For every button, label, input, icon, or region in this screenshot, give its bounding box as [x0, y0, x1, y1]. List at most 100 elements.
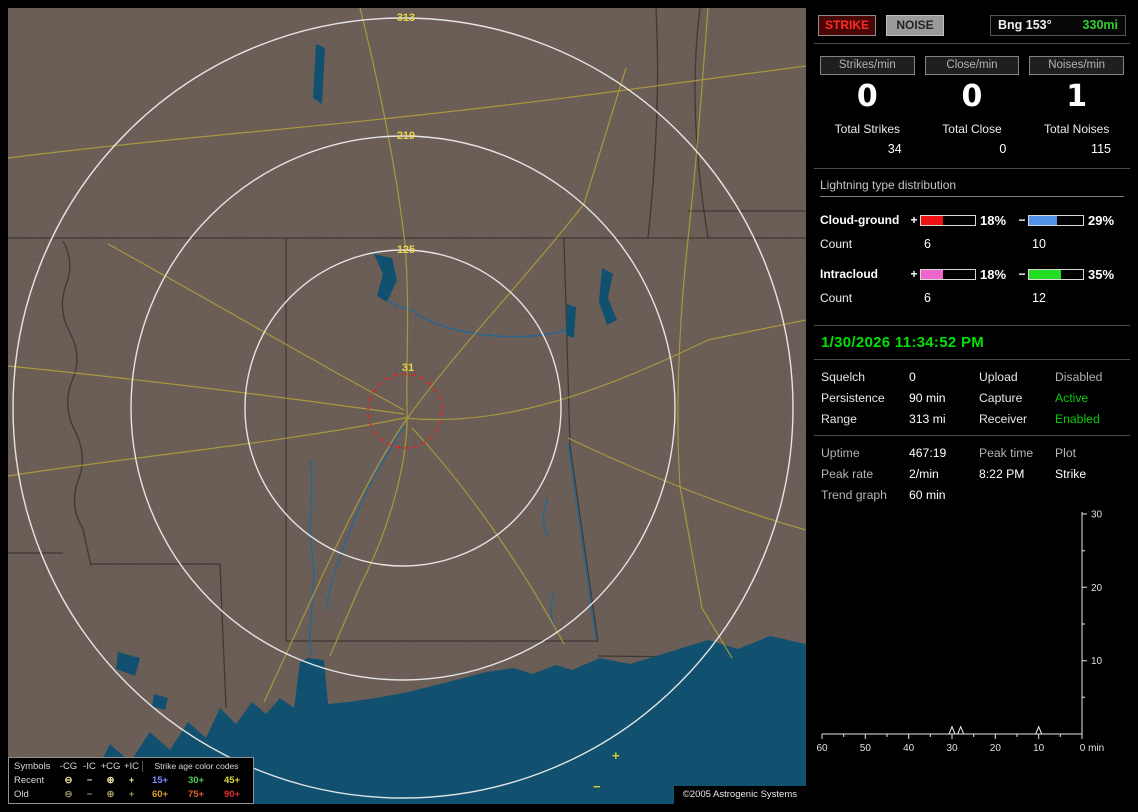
- rate-counters: Strikes/min 0 Total Strikes 34 Close/min…: [814, 44, 1130, 164]
- trend-data-spikes: [948, 725, 1043, 735]
- minus-sign: −: [1018, 213, 1026, 227]
- age-code-15: 15+: [151, 774, 169, 786]
- intracloud-row: Intracloud + 18% − 35%: [820, 262, 1124, 286]
- trend-x-tick-label: 40: [903, 743, 915, 754]
- peak-time-value: 8:22 PM: [979, 467, 1025, 481]
- receiver-label: Receiver: [979, 412, 1028, 426]
- trend-x-tick-label: 10: [1033, 743, 1045, 754]
- neg-cg-symbol-old: ⊖: [64, 788, 73, 800]
- strikes-per-min-label: Strikes/min: [820, 56, 915, 75]
- trend-y-tick-label: 20: [1091, 583, 1103, 594]
- receiver-status: Enabled: [1055, 412, 1100, 426]
- cloud-ground-row: Cloud-ground + 18% − 29%: [820, 208, 1124, 232]
- upload-label: Upload: [979, 370, 1018, 384]
- persistence-value: 90 min: [909, 391, 946, 405]
- total-strikes-label: Total Strikes: [834, 122, 900, 136]
- counter-noises: Noises/min 1 Total Noises 115: [1029, 56, 1124, 156]
- cloud-ground-group: Cloud-ground + 18% − 29% Count 6 10: [820, 208, 1124, 256]
- ic-positive-bar: [920, 268, 976, 280]
- age-code-45: 45+: [223, 774, 241, 786]
- map-legend: Symbols -CG -IC +CG +IC Strike age color…: [8, 757, 254, 804]
- cg-negative-bar: [1028, 214, 1084, 226]
- pos-cg-symbol: ⊕: [106, 774, 115, 786]
- cg-negative-pct: 29%: [1088, 212, 1115, 228]
- cg-negative-count: 10: [1032, 237, 1046, 251]
- range-ring-label-313: 313: [397, 12, 415, 24]
- ic-positive-count: 6: [924, 291, 931, 305]
- trend-graph-window: 60 min: [909, 488, 946, 502]
- plus-sign: +: [910, 267, 918, 281]
- cg-negative-bar-fill: [1029, 215, 1058, 225]
- ic-negative-bar-fill: [1029, 269, 1062, 279]
- age-code-30: 30+: [187, 774, 205, 786]
- total-close-label: Total Close: [942, 122, 1002, 136]
- cg-positive-bar-fill: [921, 215, 943, 225]
- total-noises-label: Total Noises: [1043, 122, 1110, 136]
- distribution-heading: Lightning type distribution: [820, 178, 1124, 197]
- plot-value: Strike: [1055, 467, 1087, 481]
- count-label: Count: [820, 291, 853, 305]
- peak-rate-value: 2/min: [909, 467, 939, 481]
- noises-per-min-label: Noises/min: [1029, 56, 1124, 75]
- cg-positive-bar: [920, 214, 976, 226]
- bearing-readout: Bng 153° 330mi: [990, 15, 1126, 36]
- squelch-value: 0: [909, 370, 916, 384]
- uptime-value: 467:19: [909, 446, 947, 460]
- datetime-readout: 1/30/2026 11:34:52 PM: [814, 325, 1130, 360]
- range-ring-label-31: 31: [402, 362, 414, 374]
- cg-positive-pct: 18%: [980, 212, 1007, 228]
- legend-col-neg-cg: -CG: [59, 761, 78, 773]
- age-code-90: 90+: [223, 788, 241, 800]
- range-ring-label-125: 125: [397, 244, 415, 256]
- legend-old-label: Old: [14, 788, 29, 800]
- settings-section: Squelch 0 Upload Disabled Persistence 90…: [814, 360, 1130, 436]
- cloud-ground-label: Cloud-ground: [820, 213, 900, 227]
- ic-positive-bar-fill: [921, 269, 943, 279]
- persistence-label: Persistence: [821, 391, 885, 405]
- indicator-bar: STRIKE NOISE Bng 153° 330mi: [814, 8, 1130, 44]
- strike-indicator-button[interactable]: STRIKE: [818, 15, 876, 36]
- status-panel: STRIKE NOISE Bng 153° 330mi Strikes/min …: [814, 8, 1130, 804]
- legend-age-header: Strike age color codes: [142, 761, 250, 773]
- age-code-75: 75+: [187, 788, 205, 800]
- trend-x-tick-label: 60: [816, 743, 828, 754]
- counter-close: Close/min 0 Total Close 0: [924, 56, 1020, 156]
- neg-cg-symbol: ⊖: [64, 774, 73, 786]
- pos-cg-symbol-old: ⊕: [106, 788, 115, 800]
- legend-recent-row: Recent ⊖ − ⊕ + 15+ 30+ 45+: [14, 775, 248, 786]
- legend-col-pos-ic: +IC: [123, 761, 140, 773]
- trend-x-tick-label: 0 min: [1080, 743, 1104, 754]
- minus-sign: −: [1018, 267, 1026, 281]
- pos-ic-symbol-old: +: [128, 788, 135, 800]
- legend-header-row: Symbols -CG -IC +CG +IC Strike age color…: [14, 761, 250, 773]
- legend-col-neg-ic: -IC: [83, 761, 96, 773]
- noises-per-min-value: 1: [1066, 79, 1088, 114]
- trend-graph-label: Trend graph: [821, 488, 887, 502]
- bearing-range-value: 330mi: [1082, 18, 1118, 32]
- ic-positive-pct: 18%: [980, 266, 1007, 282]
- noise-indicator-button[interactable]: NOISE: [886, 15, 944, 36]
- peak-time-label: Peak time: [979, 446, 1034, 460]
- range-value: 313 mi: [909, 412, 946, 426]
- map-area[interactable]: 313 219 125 31 + − Symbols -CG -IC +CG +…: [8, 8, 806, 804]
- plus-sign: +: [910, 213, 918, 227]
- strike-symbol-plus-ic: +: [612, 748, 620, 763]
- ic-negative-pct: 35%: [1088, 266, 1115, 282]
- stats-section: Uptime 467:19 Peak time Plot Peak rate 2…: [814, 436, 1130, 506]
- copyright-notice: ©2005 Astrogenic Systems: [673, 786, 806, 804]
- pos-ic-symbol: +: [128, 774, 135, 786]
- age-code-60: 60+: [151, 788, 169, 800]
- trend-y-tick-label: 10: [1091, 656, 1103, 667]
- neg-ic-symbol: −: [86, 774, 93, 786]
- strike-symbol-minus-ic: −: [593, 779, 601, 794]
- cloud-ground-count-row: Count 6 10: [820, 232, 1124, 256]
- intracloud-count-row: Count 6 12: [820, 286, 1124, 310]
- range-label: Range: [821, 412, 857, 426]
- bearing-value: Bng 153°: [998, 18, 1052, 32]
- legend-old-row: Old ⊖ − ⊕ + 60+ 75+ 90+: [14, 789, 248, 800]
- capture-label: Capture: [979, 391, 1023, 405]
- trend-tick-marks: [821, 513, 1087, 739]
- ic-negative-count: 12: [1032, 291, 1046, 305]
- legend-recent-label: Recent: [14, 774, 45, 786]
- close-per-min-value: 0: [961, 79, 983, 114]
